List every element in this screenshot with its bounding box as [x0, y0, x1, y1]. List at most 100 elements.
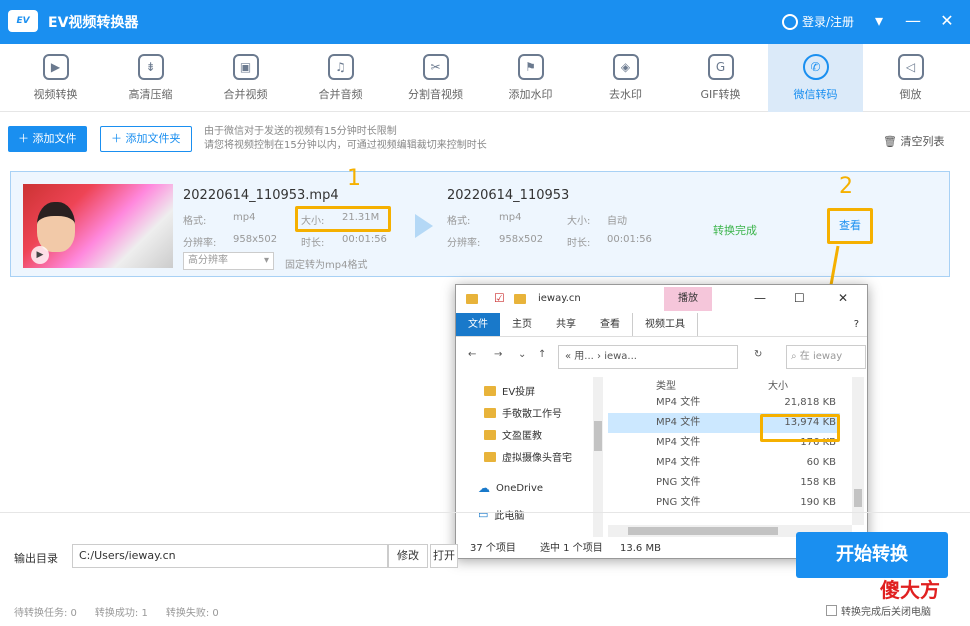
video-convert-icon: ▶ [42, 54, 69, 80]
add-folder-button[interactable]: ＋ 添加文件夹 [100, 126, 192, 152]
nav-scrollbar[interactable] [593, 377, 603, 537]
close-icon[interactable]: ✕ [838, 291, 848, 305]
target-size-label: 大小: [567, 216, 591, 227]
tool-wechat-transcode[interactable]: ✆ 微信转码 [768, 44, 863, 112]
nav-scroll-thumb[interactable] [594, 421, 602, 451]
task-stats: 待转换任务: 0 转换成功: 1 转换失败: 0 [14, 604, 219, 619]
target-dur: 00:01:56 [607, 234, 652, 245]
nav-item[interactable]: 虚拟摄像头音宅 [484, 449, 572, 464]
cloud-icon: ☁ [478, 481, 490, 495]
source-dur: 00:01:56 [342, 234, 387, 245]
menu-dropdown-icon[interactable]: ▾ [868, 10, 890, 32]
search-icon: ⌕ [791, 351, 800, 362]
file-row[interactable]: PNG 文件 158 KB [608, 473, 840, 493]
app-logo: EV [8, 10, 38, 32]
tool-remove-watermark[interactable]: ◈ 去水印 [578, 44, 673, 112]
tool-hd-compress[interactable]: ⇟ 高清压缩 [103, 44, 198, 112]
ribbon-tab-view[interactable]: 查看 [588, 313, 632, 336]
manage-tab[interactable]: 播放 [664, 287, 712, 311]
compress-icon: ⇟ [137, 54, 164, 80]
search-field[interactable]: ⌕ 在 ieway [786, 345, 866, 369]
auto-shutdown-checkbox[interactable]: 转换完成后关闭电脑 [826, 603, 931, 618]
success-count: 转换成功: 1 [94, 608, 148, 619]
login-label: 登录/注册 [802, 15, 855, 29]
tool-merge-video[interactable]: ▣ 合并视频 [198, 44, 293, 112]
minimize-icon[interactable]: — [754, 291, 766, 305]
target-filename: 20220614_110953 [447, 188, 570, 203]
source-res-label: 分辨率: [183, 238, 217, 249]
view-button[interactable]: 查看 [827, 208, 873, 244]
checkbox-box[interactable] [826, 605, 837, 616]
file-row[interactable]: MP4 文件 21,818 KB [608, 393, 840, 413]
source-format: mp4 [233, 212, 256, 223]
file-list: 类型 大小 MP4 文件 21,818 KB MP4 文件 13,974 KB MP4… [608, 377, 854, 525]
ribbon-tab-file[interactable]: 文件 [456, 313, 500, 336]
file-row[interactable]: PNG 文件 190 KB [608, 493, 840, 513]
file-row[interactable]: MP4 文件 60 KB [608, 453, 840, 473]
recent-chevron-icon[interactable]: ⌄ [518, 349, 526, 360]
explorer-ribbon: 文件 主页 共享 查看 视频工具 ? [456, 313, 867, 337]
nav-item[interactable]: 文盈匿教 [484, 427, 542, 442]
feature-toolbar: ▶ 视频转换 ⇟ 高清压缩 ▣ 合并视频 ♫ 合并音频 ✂ 分割音视频 ⚑ 添加水印 ◈ 去水… [0, 44, 970, 112]
split-icon: ✂ [422, 54, 449, 80]
target-dur-label: 时长: [567, 238, 591, 249]
play-icon[interactable]: ▶ [31, 246, 49, 264]
video-thumbnail[interactable]: ▶ [23, 184, 173, 268]
clear-list-button[interactable]: 🗑 清空列表 [883, 133, 944, 149]
file-size-highlight-box [760, 414, 840, 442]
tool-video-convert[interactable]: ▶ 视频转换 [8, 44, 103, 112]
hscroll-thumb[interactable] [628, 527, 778, 535]
start-convert-button[interactable]: 开始转换 [796, 532, 948, 578]
checklist-icon[interactable]: ☑ [494, 291, 505, 305]
ribbon-tab-share[interactable]: 共享 [544, 313, 588, 336]
nav-item[interactable]: 手敬散工作号 [484, 405, 562, 420]
step-marker-2: 2 [839, 174, 853, 199]
bottom-divider [0, 512, 970, 513]
nav-item-this-pc[interactable]: ▭ 此电脑 [478, 507, 524, 522]
vscroll-thumb[interactable] [854, 489, 862, 507]
quality-select[interactable]: 高分辨率 ▾ [183, 252, 274, 270]
file-vscrollbar[interactable] [852, 377, 864, 525]
arrow-right-icon [415, 214, 433, 238]
refresh-icon[interactable]: ↻ [754, 349, 762, 360]
source-dur-label: 时长: [301, 238, 325, 249]
tool-gif[interactable]: G GIF转换 [673, 44, 768, 112]
output-path-field[interactable]: C:/Users/ieway.cn [72, 544, 388, 568]
forward-arrow-icon[interactable]: → [494, 349, 502, 360]
status-badge: 转换完成 [713, 224, 757, 237]
help-icon[interactable]: ? [846, 313, 867, 336]
plus-icon: ＋ [18, 132, 29, 145]
ribbon-tab-video-tools[interactable]: 视频工具 [632, 313, 698, 336]
ribbon-tab-home[interactable]: 主页 [500, 313, 544, 336]
maximize-icon[interactable]: ☐ [794, 291, 805, 305]
pc-icon: ▭ [478, 508, 489, 521]
explorer-titlebar: ☑ ieway.cn 播放 — ☐ ✕ [456, 285, 867, 313]
wechat-icon: ✆ [802, 54, 829, 80]
tool-reverse[interactable]: ◁ 倒放 [863, 44, 958, 112]
folder-icon [484, 451, 496, 462]
tool-merge-audio[interactable]: ♫ 合并音频 [293, 44, 388, 112]
up-arrow-icon[interactable]: ↑ [538, 349, 546, 360]
selected-count: 选中 1 个项目 [540, 543, 603, 554]
close-button[interactable]: ✕ [936, 10, 958, 32]
navigation-pane: EV投屏 手敬散工作号 文盈匿教 虚拟摄像头音宅 ☁ OneDrive ▭ 此电脑 [456, 377, 596, 537]
tool-split[interactable]: ✂ 分割音视频 [388, 44, 483, 112]
watermark-logo: 傻大方 [880, 578, 940, 602]
user-icon [782, 13, 798, 30]
login-button[interactable]: 登录/注册 [782, 13, 854, 30]
nav-item-onedrive[interactable]: ☁ OneDrive [478, 481, 543, 495]
modify-button[interactable]: 修改 [388, 544, 428, 568]
address-field[interactable]: « 用... › iewa... [558, 345, 738, 369]
nav-item[interactable]: EV投屏 [484, 383, 535, 398]
target-res-label: 分辨率: [447, 238, 481, 249]
fixed-format-note: 固定转为mp4格式 [285, 260, 368, 271]
add-file-button[interactable]: ＋ 添加文件 [8, 126, 87, 152]
address-bar-row: ← → ⌄ ↑ « 用... › iewa... ↻ ⌕ 在 ieway [456, 341, 867, 373]
app-title: EV视频转换器 [48, 15, 139, 31]
folder-icon [484, 429, 496, 440]
open-button[interactable]: 打开 [430, 544, 458, 568]
folder-icon [514, 294, 526, 304]
minimize-button[interactable]: — [902, 10, 924, 32]
tool-add-watermark[interactable]: ⚑ 添加水印 [483, 44, 578, 112]
back-arrow-icon[interactable]: ← [468, 349, 476, 360]
